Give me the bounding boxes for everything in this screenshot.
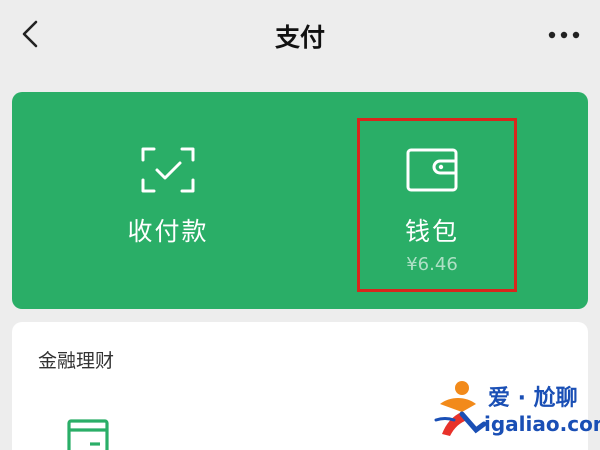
wallet-icon: [406, 148, 458, 192]
page-title: 支付: [274, 23, 325, 52]
finance-card-icon[interactable]: [66, 418, 110, 450]
wallet-button[interactable]: 钱包 ¥6.46: [302, 92, 562, 309]
scan-check-icon: [141, 147, 195, 193]
receive-pay-button[interactable]: 收付款: [38, 92, 298, 309]
more-dots-icon: [548, 31, 580, 39]
finance-section-title: 金融理财: [38, 350, 115, 372]
wallet-balance: ¥6.46: [406, 254, 458, 275]
receive-pay-label: 收付款: [127, 217, 209, 246]
watermark-url: igaliao.com: [484, 412, 600, 436]
watermark-brand: 爱 · 尬聊: [488, 386, 578, 411]
nav-bar: 支付: [0, 0, 600, 74]
runner-logo-icon: [434, 381, 487, 436]
more-button[interactable]: [542, 20, 586, 50]
watermark: 爱 · 尬聊 igaliao.com: [432, 378, 600, 448]
pay-card: 收付款 钱包 ¥6.46: [12, 92, 588, 309]
wallet-label: 钱包: [404, 217, 459, 246]
